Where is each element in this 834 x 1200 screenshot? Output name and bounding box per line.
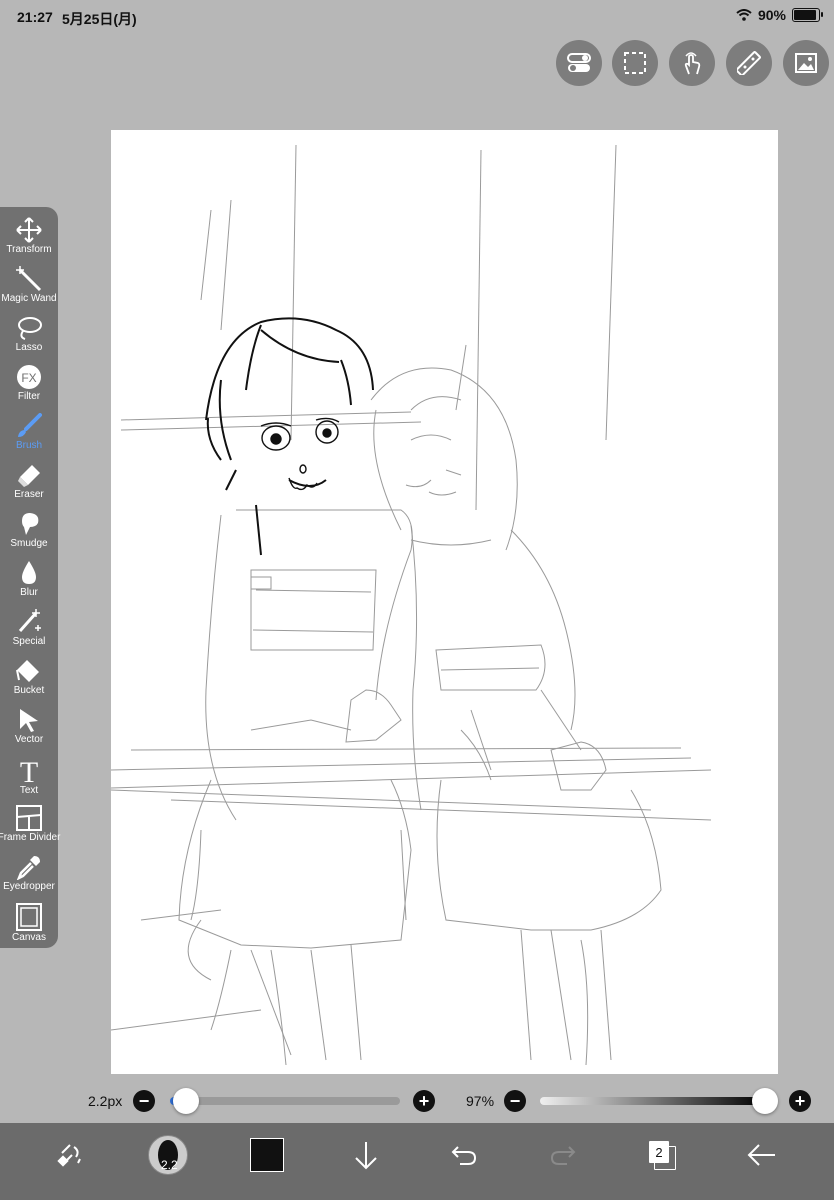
tool-label: Filter <box>17 391 41 402</box>
blur-icon <box>22 561 36 584</box>
brush-preview-icon: 2.2 <box>148 1135 188 1175</box>
tool-label: Eyedropper <box>3 881 55 892</box>
tool-label: Smudge <box>10 538 48 549</box>
toggle-icon <box>567 53 591 72</box>
frame-divider-icon <box>16 805 42 831</box>
svg-text:T: T <box>20 756 38 784</box>
status-time: 21:27 <box>17 9 53 25</box>
tool-palette: Transform Magic Wand Lasso FX Filter Bru… <box>0 207 61 948</box>
undo-button[interactable] <box>442 1133 486 1177</box>
transform-icon <box>16 217 42 243</box>
selection-button[interactable] <box>612 40 658 86</box>
back-button[interactable] <box>740 1133 784 1177</box>
swap-button[interactable] <box>48 1133 92 1177</box>
tool-eraser[interactable]: Eraser <box>0 458 58 507</box>
brush-size-label: 2.2px <box>88 1093 123 1109</box>
brush-size-thumb[interactable] <box>173 1088 199 1114</box>
layers-button[interactable]: 2 <box>640 1133 684 1177</box>
tool-brush[interactable]: Brush <box>0 409 58 458</box>
tool-vector[interactable]: Vector <box>0 703 58 752</box>
tool-blur[interactable]: Blur <box>0 556 58 605</box>
brush-preview-label: 2.2 <box>161 1158 178 1172</box>
brush-size-decrease-button[interactable]: − <box>133 1090 155 1112</box>
canvas-icon <box>16 903 42 931</box>
selection-icon <box>624 52 646 74</box>
tool-smudge[interactable]: Smudge <box>0 507 58 556</box>
opacity-label: 97% <box>466 1093 495 1109</box>
tool-label: Blur <box>20 587 38 598</box>
undo-icon <box>451 1146 477 1165</box>
image-button[interactable] <box>783 40 829 86</box>
ruler-button[interactable] <box>726 40 772 86</box>
brush-size-slider[interactable] <box>170 1088 400 1114</box>
arrow-down-icon <box>355 1142 377 1170</box>
tool-canvas[interactable]: Canvas <box>0 899 58 948</box>
redo-icon <box>550 1146 576 1165</box>
gesture-button[interactable] <box>669 40 715 86</box>
filter-icon: FX <box>17 365 41 389</box>
status-bar: 21:27 5月25日(月) 90% <box>0 0 834 34</box>
toggle-button[interactable] <box>556 40 602 86</box>
tool-label: Lasso <box>15 342 43 353</box>
tool-label: Eraser <box>14 489 44 500</box>
tool-label: Brush <box>15 440 43 451</box>
tool-transform[interactable]: Transform <box>0 213 58 262</box>
wifi-icon <box>736 9 752 21</box>
bucket-icon <box>16 660 39 682</box>
tool-label: Bucket <box>13 685 45 696</box>
ruler-icon <box>737 51 761 75</box>
drawing-canvas[interactable] <box>111 130 778 1074</box>
tool-bucket[interactable]: Bucket <box>0 654 58 703</box>
tool-label: Text <box>19 785 39 796</box>
opacity-decrease-button[interactable]: − <box>504 1090 526 1112</box>
redo-button[interactable] <box>541 1133 585 1177</box>
magic-wand-icon <box>16 266 42 292</box>
tool-label: Vector <box>14 734 44 745</box>
swap-icon <box>57 1144 81 1167</box>
opacity-thumb[interactable] <box>752 1088 778 1114</box>
layer-count: 2 <box>655 1144 663 1160</box>
battery-icon <box>792 8 823 22</box>
tool-filter[interactable]: FX Filter <box>0 360 58 409</box>
color-button[interactable] <box>245 1133 289 1177</box>
smudge-icon <box>22 513 39 535</box>
status-date: 5月25日(月) <box>62 11 137 27</box>
status-right: 90% <box>736 7 823 23</box>
brush-icon <box>18 413 42 437</box>
battery-percent: 90% <box>757 7 786 23</box>
brush-size-increase-button[interactable]: + <box>413 1090 435 1112</box>
opacity-increase-button[interactable]: + <box>789 1090 811 1112</box>
brush-preview-button[interactable]: 2.2 <box>146 1133 190 1177</box>
sketch-artwork <box>111 144 712 1066</box>
bottom-toolbar: 2.2 2 <box>0 1123 834 1200</box>
tool-label: Transform <box>6 244 52 255</box>
lasso-icon <box>18 317 42 340</box>
tool-label: Frame Divider <box>0 832 61 843</box>
tool-text[interactable]: T Text <box>0 752 58 801</box>
color-swatch <box>250 1138 284 1172</box>
opacity-slider[interactable] <box>540 1088 778 1114</box>
image-icon <box>795 53 817 73</box>
svg-text:FX: FX <box>21 371 36 385</box>
eyedropper-icon <box>16 856 40 880</box>
tool-label: Magic Wand <box>1 293 57 304</box>
download-button[interactable] <box>344 1133 388 1177</box>
special-icon <box>18 609 41 632</box>
tool-label: Canvas <box>12 932 46 943</box>
tool-special[interactable]: Special <box>0 605 58 654</box>
tool-lasso[interactable]: Lasso <box>0 311 58 360</box>
tool-label: Special <box>12 636 46 647</box>
tool-frame-divider[interactable]: Frame Divider <box>0 801 61 850</box>
gesture-icon <box>684 52 701 75</box>
vector-icon <box>20 709 38 732</box>
tool-magic-wand[interactable]: Magic Wand <box>0 262 58 311</box>
tool-eyedropper[interactable]: Eyedropper <box>0 850 58 899</box>
eraser-icon <box>18 465 40 487</box>
layers-icon: 2 <box>649 1141 676 1170</box>
text-icon: T <box>20 756 38 784</box>
arrow-left-icon <box>747 1144 775 1166</box>
